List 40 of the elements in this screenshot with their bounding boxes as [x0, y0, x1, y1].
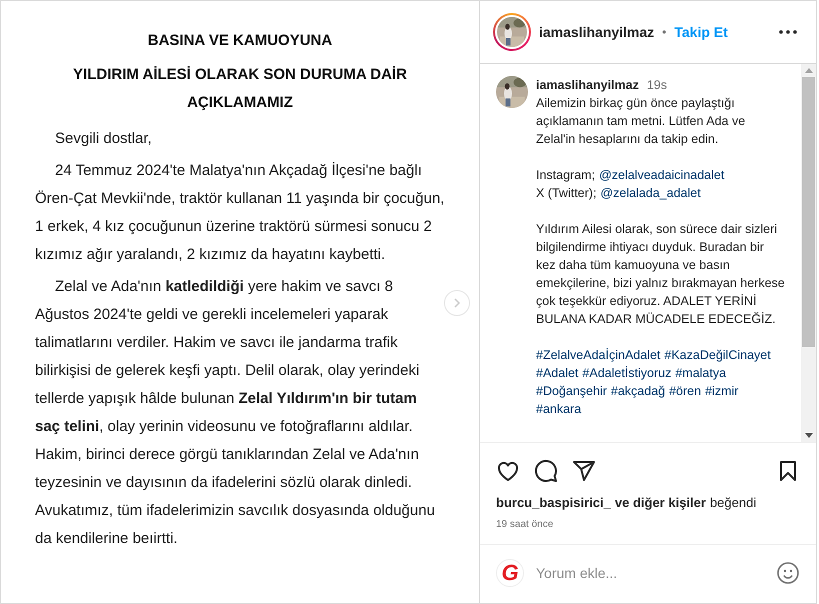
hashtag-link[interactable]: #izmir	[705, 382, 738, 400]
comment-field[interactable]: Yorum ekle...	[536, 562, 764, 584]
scrollbar[interactable]	[801, 64, 816, 442]
document-heading: BASINA VE KAMUOYUNA	[148, 31, 332, 51]
caption-username[interactable]: iamaslihanyilmaz	[536, 76, 639, 94]
liker-link[interactable]: burcu_baspisirici_	[496, 493, 611, 512]
caption-time: 19s	[646, 77, 667, 94]
hashtag-link[interactable]: #malatya	[675, 364, 726, 382]
account-label: X (Twitter);	[536, 185, 596, 202]
hashtag-link[interactable]: #KazaDeğilCinayet	[664, 346, 771, 364]
hashtag-link[interactable]: #ankara	[536, 400, 582, 418]
hashtag-link[interactable]: #akçadağ	[610, 382, 666, 400]
commenter-avatar: G	[496, 559, 524, 587]
avatar-ring[interactable]	[493, 13, 531, 51]
hashtag-link[interactable]: #Adaletİstiyoruz	[582, 364, 672, 382]
account-link[interactable]: @zelalada_adalet	[600, 184, 701, 202]
heart-icon[interactable]	[496, 459, 520, 483]
hashtag-link[interactable]: #Doğanşehir	[536, 382, 607, 400]
hashtag-link[interactable]: #ZelalveAdaİçinAdalet	[536, 346, 660, 364]
username[interactable]: iamaslihanyilmaz	[539, 22, 654, 42]
hashtag-link[interactable]: #ören	[669, 382, 702, 400]
likes-text: beğendi	[710, 494, 756, 512]
more-icon[interactable]	[779, 30, 797, 34]
scroll-down-icon[interactable]	[804, 433, 812, 438]
document-paragraph: Zelal ve Ada'nın katledildiği yere hakim ve savcı 8 Ağustos 2024'te geldi ve gerekli incelemeleri yaparak talimatlarını verdiler. Hakim ve savcı ile jandarma trafik bilirkişisi de gelerek keşfi yaptı. Delil olarak, olay yerindeki tellerde yapışık hâlde bulunan Zelal Yıldırım'ın bir tutam saç telini, olay yerinin videosunu ve fotoğraflarını aldılar. Hakim, birinci derece görgü tanıklarından Zelal ve Ada'nın teyzesinin ve dayısının da ifadelerini sözlü olarak dinledi. Avukatımız, tüm ifadelerimizin savcılık dosyasında olduğunu da kendilerine beıirtti.	[35, 277, 436, 549]
document-paragraph: Sevgili dostlar,	[54, 129, 153, 149]
caption-text: Yıldırım Ailesi olarak, son sürece dair sizleri bilgilendirme ihtiyacı duyduk. Buradan bir kez daha tüm kamuoyuna ve basın emekçilerine, bizi yalnız bırakmayan herkese çok teşekkür ediyoruz. ADALET YERİNİ BULANA KADAR MÜCADELE EDECEĞİZ.	[536, 221, 786, 328]
document-paragraph: 24 Temmuz 2024'te Malatya'nın Akçadağ İlçesi'ne bağlı Ören-Çat Mevkii'nde, traktör kullanan 11 yaşında bir çocuğun, 1 erkek, 4 kız çocuğunun üzerine traktörü sürmesi sonucu 2 kızımız ağır yaralandı, 2 kızımız da hayatını kaybetti.	[35, 161, 445, 265]
comment-icon[interactable]	[534, 459, 558, 483]
caption-text: Ailemizin birkaç gün önce paylaştığı açıklamanın tam metni. Lütfen Ada ve Zelal'in hesaplarını da takip edin.	[536, 95, 746, 148]
chevron-right-icon	[452, 298, 462, 308]
account-label: Instagram;	[536, 167, 596, 184]
separator: •	[662, 24, 666, 41]
post-time: 19 saat önce	[496, 518, 554, 532]
document-heading: YILDIRIM AİLESİ OLARAK SON DURUMA DAİR AÇIKLAMAMIZ	[72, 65, 408, 113]
share-icon[interactable]	[572, 459, 596, 483]
hashtag-link[interactable]: #Adalet	[536, 364, 578, 382]
account-link[interactable]: @zelalveadaicinadalet	[599, 166, 724, 184]
others-link[interactable]: ve diğer kişiler	[614, 493, 706, 512]
emoji-icon[interactable]	[776, 561, 800, 585]
